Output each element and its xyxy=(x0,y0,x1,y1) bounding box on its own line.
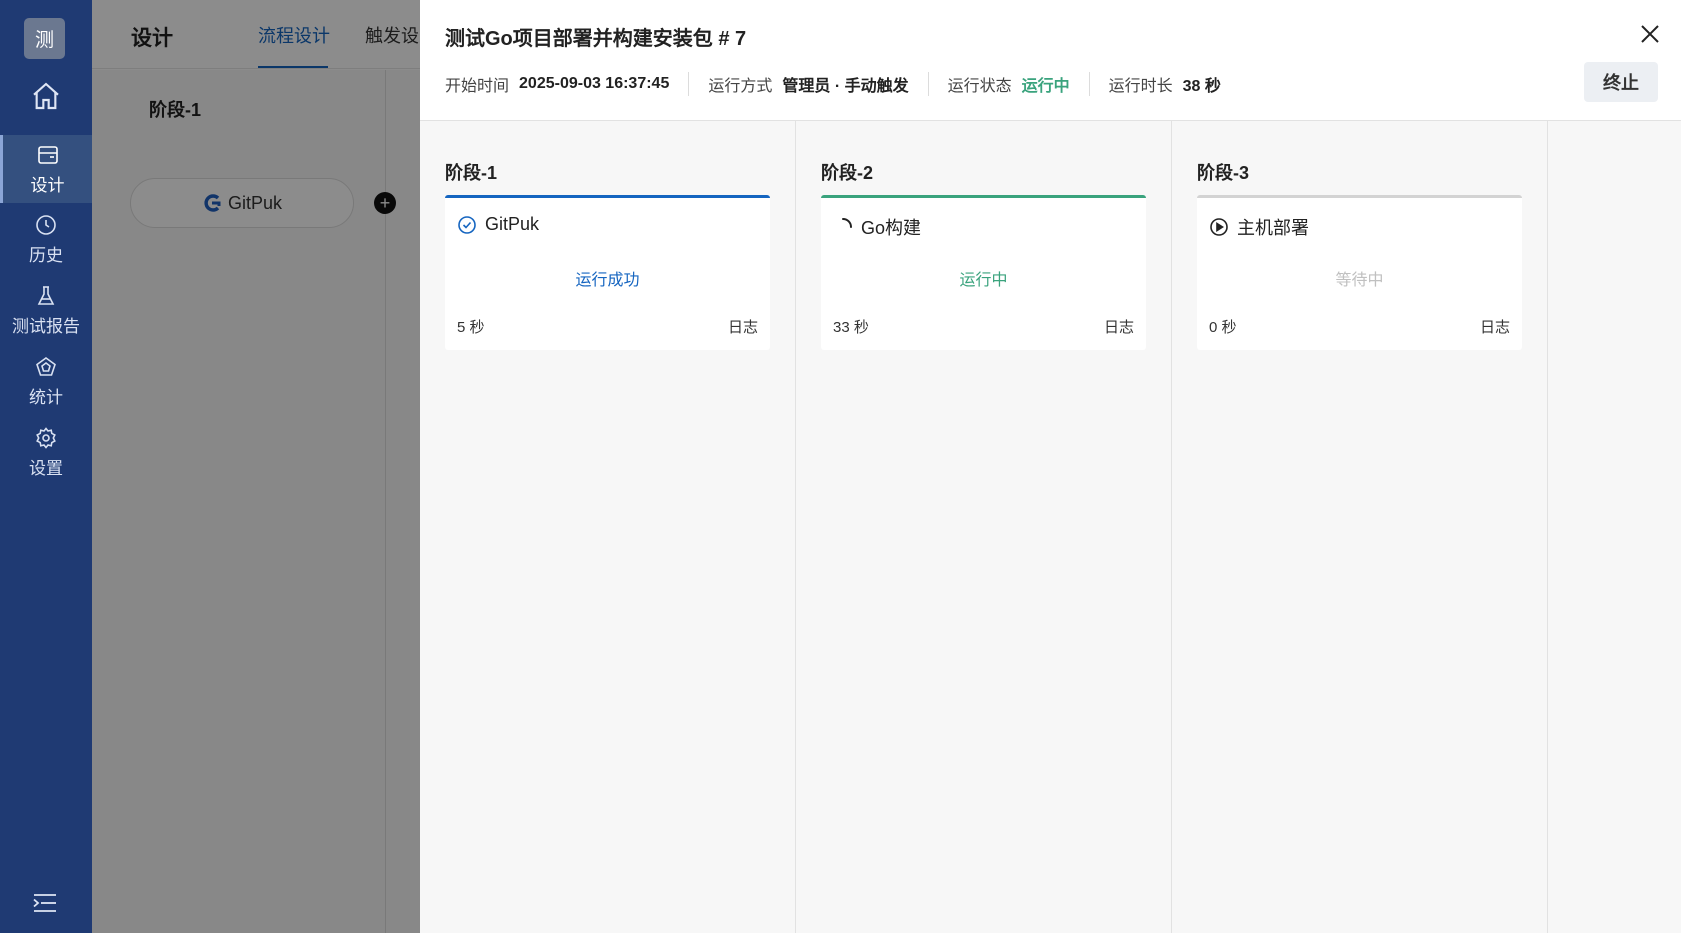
stage-board: 阶段-1 GitPuk 运行成功 5 秒 日志 阶段-2 Go构建 运行中 33… xyxy=(420,121,1681,933)
task-card-header: Go构建 xyxy=(833,214,921,240)
run-detail-drawer: 测试Go项目部署并构建安装包 # 7 开始时间 2025-09-03 16:37… xyxy=(420,0,1681,933)
play-circle-icon xyxy=(1210,218,1228,236)
task-name: Go构建 xyxy=(861,218,922,238)
task-status: 等待中 xyxy=(1335,272,1384,289)
task-log-link[interactable]: 日志 xyxy=(728,316,758,337)
meta-label: 运行方式 xyxy=(708,78,773,95)
sidebar-item-label: 设计 xyxy=(30,175,65,195)
task-log-link[interactable]: 日志 xyxy=(1104,316,1134,337)
flask-icon xyxy=(37,285,55,305)
sidebar-item-design[interactable]: 设计 xyxy=(0,135,92,203)
clock-icon xyxy=(36,214,56,235)
task-log-link[interactable]: 日志 xyxy=(1480,316,1510,337)
stage-column: 阶段-1 GitPuk 运行成功 5 秒 日志 xyxy=(420,121,796,933)
menu-collapse-icon[interactable] xyxy=(32,892,58,914)
stage-title: 阶段-3 xyxy=(1197,163,1250,183)
meta-run-duration: 运行时长 38 秒 xyxy=(1088,72,1240,96)
meta-label: 运行状态 xyxy=(947,78,1012,95)
sidebar-item-label: 历史 xyxy=(29,245,63,265)
task-name: GitPuk xyxy=(485,214,540,234)
sidebar-item-statistics[interactable]: 统计 xyxy=(0,347,92,415)
sidebar-item-label: 统计 xyxy=(29,387,63,407)
task-duration: 0 秒 xyxy=(1209,319,1237,336)
app-root: 测 设计 历史 测试报告 统计 设置 设计 流程设计 触发设 阶段-1 GitP… xyxy=(0,0,1681,933)
task-status: 运行中 xyxy=(959,272,1008,289)
task-card[interactable]: Go构建 运行中 33 秒 日志 xyxy=(821,195,1146,350)
task-duration: 33 秒 xyxy=(833,319,869,336)
task-card-header: GitPuk xyxy=(457,214,539,235)
task-card[interactable]: 主机部署 等待中 0 秒 日志 xyxy=(1197,195,1522,350)
sidebar-item-history[interactable]: 历史 xyxy=(0,205,92,273)
design-icon xyxy=(37,145,58,164)
chart-icon xyxy=(36,356,56,376)
meta-start-time: 开始时间 2025-09-03 16:37:45 xyxy=(445,72,688,96)
status-badge: 运行中 xyxy=(1021,78,1070,95)
stage-title: 阶段-2 xyxy=(821,163,874,183)
task-duration: 5 秒 xyxy=(457,319,485,336)
drawer-title: 测试Go项目部署并构建安装包 # 7 xyxy=(445,28,747,50)
meta-run-status: 运行状态 运行中 xyxy=(927,72,1089,96)
sidebar-item-label: 设置 xyxy=(29,458,63,478)
close-icon[interactable] xyxy=(1636,20,1664,48)
meta-value: 2025-09-03 16:37:45 xyxy=(519,75,670,92)
meta-run-mode: 运行方式 管理员 · 手动触发 xyxy=(688,72,927,96)
stage-column: 阶段-2 Go构建 运行中 33 秒 日志 xyxy=(796,121,1172,933)
sidebar: 测 设计 历史 测试报告 统计 设置 xyxy=(0,0,92,933)
loading-spinner-icon xyxy=(842,218,852,228)
sidebar-item-test-report[interactable]: 测试报告 xyxy=(0,276,92,344)
gear-icon xyxy=(36,426,56,449)
task-card[interactable]: GitPuk 运行成功 5 秒 日志 xyxy=(445,195,770,350)
task-name: 主机部署 xyxy=(1237,218,1309,238)
task-card-header: 主机部署 xyxy=(1209,214,1309,240)
meta-label: 运行时长 xyxy=(1108,78,1173,95)
sidebar-item-label: 测试报告 xyxy=(12,316,80,336)
home-icon[interactable] xyxy=(28,78,64,114)
stage-column: 阶段-3 主机部署 等待中 0 秒 日志 xyxy=(1172,121,1548,933)
stop-button[interactable]: 终止 xyxy=(1584,62,1658,102)
drawer-header: 测试Go项目部署并构建安装包 # 7 开始时间 2025-09-03 16:37… xyxy=(420,0,1681,121)
meta-value: 管理员 · 手动触发 xyxy=(782,78,909,95)
stage-title: 阶段-1 xyxy=(445,163,498,183)
project-logo[interactable]: 测 xyxy=(24,18,65,59)
run-meta: 开始时间 2025-09-03 16:37:45 运行方式 管理员 · 手动触发… xyxy=(445,72,1240,96)
task-status: 运行成功 xyxy=(575,272,640,289)
check-circle-icon xyxy=(458,215,476,234)
sidebar-item-settings[interactable]: 设置 xyxy=(0,418,92,486)
meta-value: 38 秒 xyxy=(1182,78,1221,95)
meta-label: 开始时间 xyxy=(445,78,510,95)
